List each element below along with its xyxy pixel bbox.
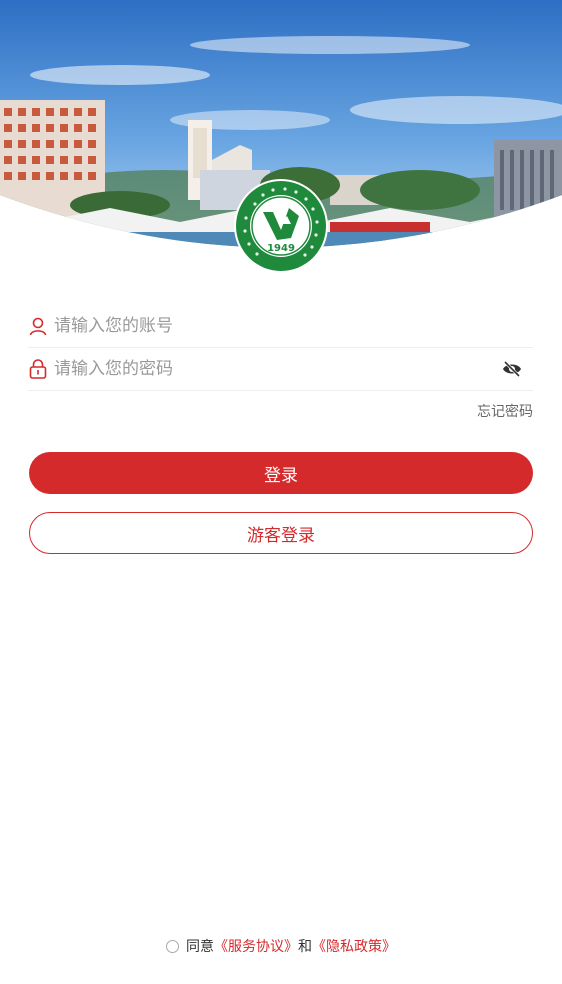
service-agreement-link[interactable]: 《服务协议》 [214,936,298,956]
eye-off-icon[interactable] [499,356,525,382]
login-button[interactable]: 登录 [29,452,533,494]
forgot-password-link[interactable]: 忘记密码 [477,401,533,421]
emblem-year-text: 1949 [267,243,295,254]
password-input[interactable] [54,358,499,379]
agreement-radio[interactable] [166,939,179,953]
account-input[interactable] [54,315,533,336]
agreement-row: 同意 《服务协议》 和 《隐私政策》 [0,936,562,956]
guest-login-button[interactable]: 游客登录 [29,512,533,554]
agreement-prefix: 同意 [186,939,214,955]
lock-icon [28,358,48,380]
college-emblem-logo: 1949 [233,178,329,274]
account-field[interactable] [28,304,533,348]
agreement-and: 和 [298,939,312,955]
password-field[interactable] [28,347,533,391]
privacy-policy-link[interactable]: 《隐私政策》 [312,936,396,956]
user-icon [28,315,48,337]
